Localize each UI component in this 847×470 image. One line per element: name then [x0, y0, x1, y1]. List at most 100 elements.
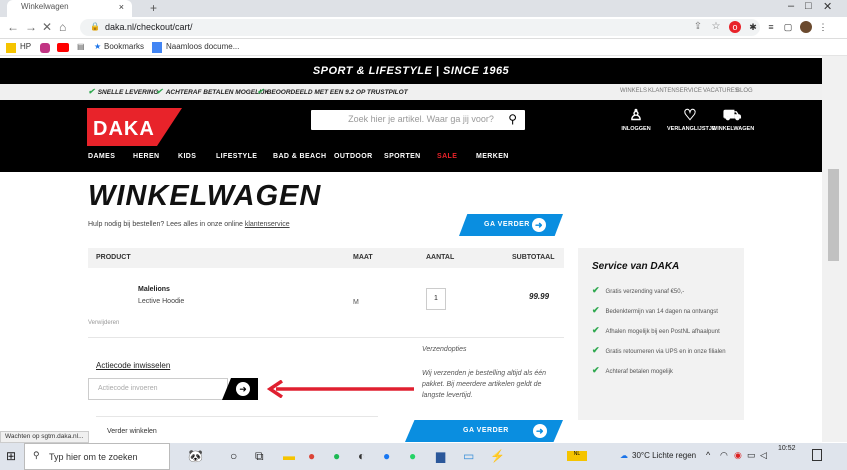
arrow-right-icon: ➜ [236, 382, 250, 396]
wishlist-button[interactable]: ♡ VERLANGLIJSTJE [667, 108, 716, 133]
arrow-right-icon: ➜ [533, 424, 547, 438]
page-title: WINKELWAGEN [88, 180, 322, 212]
bookmark-doc[interactable]: Naamloos docume... [166, 42, 239, 51]
klantenservice-link[interactable]: klantenservice [245, 221, 290, 228]
bookmarks-star-icon: ★ [94, 42, 102, 51]
app-icon[interactable]: ◐ [358, 449, 365, 463]
menu-icon[interactable]: ⋮ [817, 21, 829, 33]
forward-icon[interactable]: → [25, 20, 37, 34]
extension-icon[interactable]: o [729, 21, 741, 33]
nav-kids[interactable]: KIDS [178, 153, 196, 160]
usp-item: ✔ ACHTERAF BETALEN MOGELIJK [156, 87, 270, 96]
search-icon[interactable]: ⚲ [508, 112, 517, 126]
cart-button[interactable]: ⛟ WINKELWAGEN [712, 107, 754, 133]
notification-icon[interactable] [812, 449, 822, 461]
nav-outdoor[interactable]: OUTDOOR [334, 153, 373, 160]
maximize-icon[interactable]: □ [805, 0, 812, 12]
service-box: Service van DAKA ✔ Gratis verzending vana… [578, 248, 744, 420]
reader-icon[interactable]: ▤ [77, 42, 85, 51]
task-view-icon[interactable]: ○ [230, 449, 237, 463]
windows-start-icon[interactable]: ⊞ [6, 449, 16, 463]
file-explorer-icon[interactable]: ▬ [283, 449, 295, 463]
clock[interactable]: 10:52 [778, 445, 796, 452]
nav-lifestyle[interactable]: LIFESTYLE [216, 153, 257, 160]
bookmark-hp[interactable]: HP [20, 42, 31, 51]
product-subtotal: 99.99 [529, 292, 550, 301]
usp-bar: ✔ SNELLE LEVERING ✔ ACHTERAF BETALEN MOGEL… [0, 84, 822, 100]
apps-icon[interactable] [6, 43, 16, 53]
spotify-icon[interactable]: ● [333, 449, 340, 463]
app-icon-2[interactable]: ● [383, 449, 390, 463]
continue-shopping-link[interactable]: Verder winkelen [107, 428, 157, 435]
nav-dames[interactable]: DAMES [88, 153, 115, 160]
reading-list-icon[interactable]: ≡ [765, 21, 777, 33]
star-icon[interactable]: ☆ [710, 21, 722, 33]
product-image[interactable] [98, 280, 134, 316]
annotation-arrow [266, 380, 414, 398]
app-icon-4[interactable]: ⚡ [490, 449, 505, 463]
new-tab-icon[interactable]: + [150, 1, 157, 15]
link-winkels[interactable]: WINKELS [620, 88, 647, 94]
continue-button-bottom[interactable]: GA VERDER ➜ [405, 420, 563, 442]
battery-icon[interactable]: ▭ [747, 450, 756, 461]
nav-sale[interactable]: SALE [437, 153, 457, 160]
puzzle-icon[interactable]: ✱ [747, 21, 759, 33]
app-icon-3[interactable]: ▭ [463, 449, 474, 463]
quantity-field[interactable]: 1 [426, 288, 446, 310]
link-blog[interactable]: BLOG [736, 88, 753, 94]
instagram-icon[interactable] [40, 43, 50, 53]
search-input[interactable]: Zoek hier je artikel. Waar ga jij voor? … [311, 110, 525, 130]
tray-chevron-icon[interactable]: ^ [706, 450, 710, 460]
nav-bad-beach[interactable]: BAD & BEACH [273, 153, 326, 160]
taskbar-search[interactable]: ⚲ Typ hier om te zoeken [24, 443, 170, 470]
login-label: INLOGGEN [621, 126, 651, 132]
promo-code-link[interactable]: Actiecode inwisselen [96, 361, 170, 370]
minimize-icon[interactable]: – [788, 0, 794, 12]
remove-link[interactable]: Verwijderen [88, 320, 119, 326]
login-button[interactable]: ♙ INLOGGEN [618, 107, 654, 133]
usp-item: ✔ BEOORDEELD MET EEN 9.2 OP TRUSTPILOT [257, 87, 408, 96]
daka-logo[interactable]: DAKA [87, 108, 182, 146]
antivirus-icon[interactable]: ◉ [734, 450, 742, 461]
tab-close-icon[interactable]: × [119, 2, 124, 12]
wishlist-label: VERLANGLIJSTJE [667, 126, 716, 132]
tasks-icon[interactable]: ⧉ [255, 449, 264, 464]
home-icon[interactable]: ⌂ [59, 20, 66, 34]
taskbar-search-text: Typ hier om te zoeken [49, 452, 138, 462]
youtube-icon[interactable] [57, 43, 69, 52]
user-icon: ♙ [629, 107, 643, 124]
continue-button-top[interactable]: GA VERDER ➜ [459, 214, 563, 236]
weather-icon: ☁ [620, 451, 628, 460]
scrollbar[interactable] [822, 56, 847, 442]
bookmark-folder[interactable]: Bookmarks [104, 42, 144, 51]
product-brand[interactable]: Malelions [138, 286, 170, 293]
whatsapp-icon[interactable]: ● [409, 449, 416, 463]
back-icon[interactable]: ← [7, 20, 19, 34]
chrome-icon[interactable]: ● [308, 449, 315, 463]
promo-code-input[interactable]: Actiecode invoeren [88, 378, 228, 400]
link-vacatures[interactable]: VACATURES [703, 88, 739, 94]
nav-merken[interactable]: MERKEN [476, 153, 509, 160]
service-item: ✔ Gratis retourneren via UPS en in onze f… [592, 345, 726, 355]
weather-text[interactable]: 30°C Lichte regen [632, 451, 696, 460]
volume-icon[interactable]: ◁ [760, 450, 767, 461]
nav-heren[interactable]: HEREN [133, 153, 160, 160]
browser-tab[interactable]: Winkelwagen × [7, 0, 132, 17]
sidepanel-icon[interactable]: ▢ [782, 21, 794, 33]
stop-icon[interactable]: ✕ [42, 20, 52, 34]
url-field[interactable]: 🔒 daka.nl/checkout/cart/ [80, 19, 760, 36]
nav-sporten[interactable]: SPORTEN [384, 153, 421, 160]
product-name[interactable]: Lective Hoodie [138, 298, 184, 305]
avatar[interactable] [800, 21, 812, 33]
scrollbar-thumb[interactable] [828, 169, 839, 261]
share-icon[interactable]: ⇪ [692, 21, 704, 33]
close-window-icon[interactable]: ✕ [823, 0, 832, 13]
word-icon[interactable]: ▆ [436, 449, 445, 463]
badge-icon[interactable]: NL [567, 451, 587, 461]
col-subtotaal: SUBTOTAAL [512, 254, 555, 261]
widget-icon[interactable]: 🐼 [188, 449, 203, 463]
cart-icon: ⛟ [722, 107, 742, 124]
link-klantenservice[interactable]: KLANTENSERVICE [648, 88, 702, 94]
wifi-icon[interactable]: ◠ [720, 450, 728, 461]
arrow-right-icon: ➜ [532, 218, 546, 232]
